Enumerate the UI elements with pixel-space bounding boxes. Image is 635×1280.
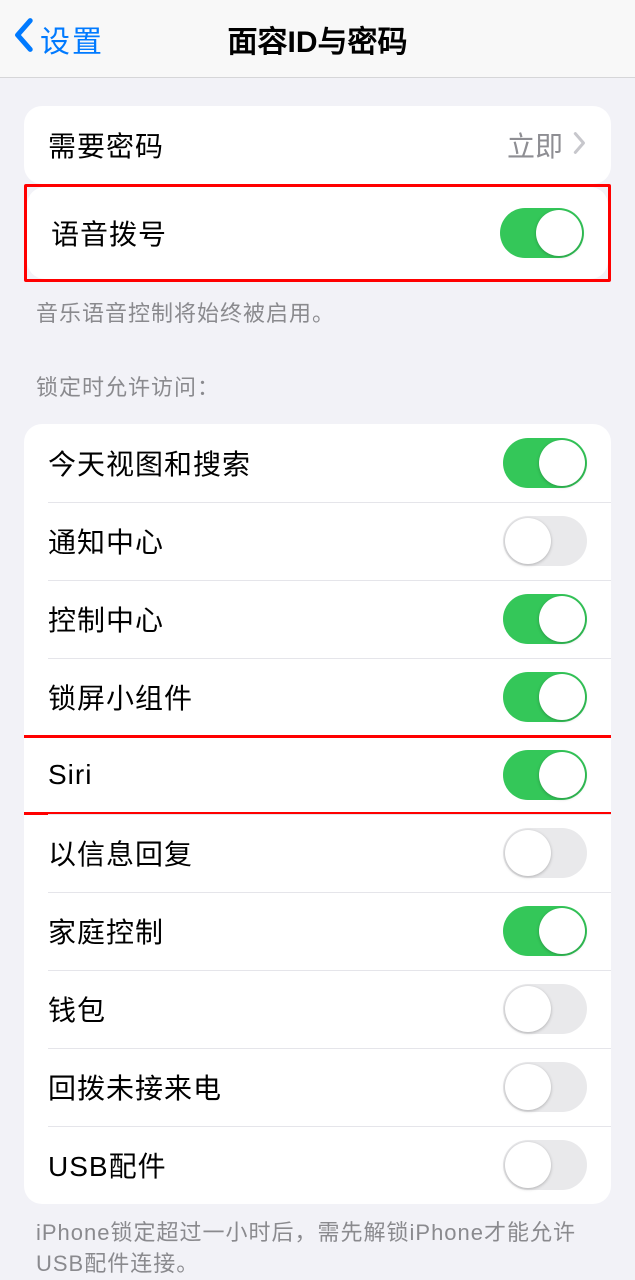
locked-access-row: 钱包 (24, 970, 611, 1048)
locked-access-label: 家庭控制 (48, 911, 503, 951)
require-passcode-row[interactable]: 需要密码 立即 (24, 106, 611, 184)
locked-access-label: 锁屏小组件 (48, 677, 503, 717)
locked-access-row: USB配件 (24, 1126, 611, 1204)
locked-access-label: 控制中心 (48, 599, 503, 639)
locked-access-toggle[interactable] (503, 906, 587, 956)
locked-access-toggle[interactable] (503, 984, 587, 1034)
locked-access-row: 家庭控制 (24, 892, 611, 970)
locked-access-label: 以信息回复 (48, 833, 503, 873)
locked-access-row: 控制中心 (24, 580, 611, 658)
locked-access-label: USB配件 (48, 1145, 503, 1185)
page-title: 面容ID与密码 (228, 17, 408, 61)
locked-access-header: 锁定时允许访问： (0, 328, 635, 412)
locked-access-row: 以信息回复 (24, 814, 611, 892)
locked-access-toggle[interactable] (503, 750, 587, 800)
chevron-left-icon (12, 17, 34, 61)
locked-access-row: 今天视图和搜索 (24, 424, 611, 502)
locked-access-row: 锁屏小组件 (24, 658, 611, 736)
voice-dial-note: 音乐语音控制将始终被启用。 (0, 282, 635, 328)
require-passcode-label: 需要密码 (48, 125, 507, 165)
locked-access-toggle[interactable] (503, 828, 587, 878)
locked-access-row: 回拨未接来电 (24, 1048, 611, 1126)
locked-access-toggle[interactable] (503, 1062, 587, 1112)
voice-dial-row: 语音拨号 (27, 187, 608, 279)
locked-access-label: 钱包 (48, 989, 503, 1029)
voice-dial-label: 语音拨号 (51, 213, 500, 253)
voice-dial-toggle[interactable] (500, 208, 584, 258)
locked-access-label: 今天视图和搜索 (48, 443, 503, 483)
locked-access-toggle[interactable] (503, 1140, 587, 1190)
highlight-voice-dial: 语音拨号 (24, 184, 611, 282)
locked-access-toggle[interactable] (503, 672, 587, 722)
locked-access-row: Siri (24, 736, 611, 814)
locked-access-label: 回拨未接来电 (48, 1067, 503, 1107)
locked-access-label: 通知中心 (48, 521, 503, 561)
locked-access-toggle[interactable] (503, 438, 587, 488)
back-button[interactable]: 设置 (12, 17, 104, 61)
locked-access-toggle[interactable] (503, 516, 587, 566)
locked-access-row: 通知中心 (24, 502, 611, 580)
locked-access-footer: iPhone锁定超过一小时后，需先解锁iPhone才能允许USB配件连接。 (0, 1204, 635, 1280)
chevron-right-icon (573, 131, 587, 160)
group-locked-access: 今天视图和搜索通知中心控制中心锁屏小组件 Siri 以信息回复家庭控制钱包回拨未接来… (24, 424, 611, 1204)
nav-bar: 设置 面容ID与密码 (0, 0, 635, 78)
locked-access-label: Siri (48, 759, 503, 791)
locked-access-toggle[interactable] (503, 594, 587, 644)
back-label: 设置 (40, 17, 104, 61)
group-voice-dial: 语音拨号 (27, 187, 608, 279)
require-passcode-value: 立即 (507, 125, 563, 165)
group-require-passcode: 需要密码 立即 (24, 106, 611, 184)
